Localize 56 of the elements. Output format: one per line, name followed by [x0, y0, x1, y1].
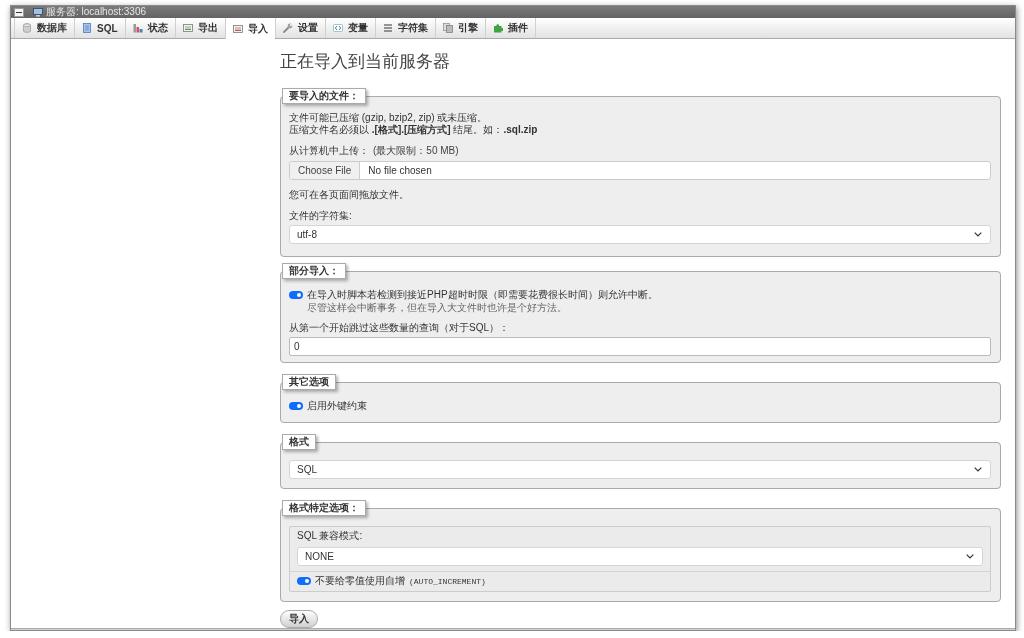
puzzle-icon [492, 23, 503, 33]
section-legend: 要导入的文件： [282, 88, 366, 104]
file-status-text: No file chosen [367, 164, 432, 178]
database-icon [22, 23, 32, 33]
choose-file-button[interactable]: Choose File [290, 162, 361, 179]
list-icon [382, 23, 393, 33]
bar-chart-icon [132, 23, 143, 33]
tab[interactable]: SQL [74, 18, 125, 38]
panel-icon [232, 23, 243, 34]
chevron-icon [974, 232, 982, 237]
charset-label: 文件的字符集: [289, 210, 353, 222]
server-title: 服务器: localhost:3306 [46, 6, 147, 18]
option-hint-text: 尽管这样会中断事务，但在导入大文件时也许是个好方法。 [307, 302, 568, 314]
tab[interactable]: 插件 [484, 18, 536, 38]
chevron-icon [966, 554, 974, 559]
charset-select[interactable]: utf-8 [289, 225, 991, 244]
page-title: 正在导入到当前服务器 [280, 52, 450, 72]
toggle-switch[interactable] [297, 577, 311, 585]
panel-icon [182, 23, 193, 33]
skip-label: 从第一个开始跳过这些数量的查询（对于SQL）： [289, 322, 510, 334]
section-legend: 其它选项 [282, 374, 336, 390]
size-limit-text: (最大限制：50 MB) [373, 145, 459, 157]
file-input[interactable]: Choose File No file chosen [289, 161, 991, 180]
tab[interactable]: 字符集 [374, 18, 435, 38]
import-button[interactable]: 导入 [280, 610, 318, 628]
minus-icon[interactable] [14, 7, 24, 17]
wrench-icon [282, 23, 293, 33]
tab[interactable]: 数据库 [14, 18, 74, 38]
format-select[interactable]: SQL [289, 460, 991, 479]
option-label: 在导入时脚本若检测到接近PHP超时时限（即需要花费很长时间）则允许中断。 [307, 289, 658, 301]
tab[interactable]: 状态 [124, 18, 175, 38]
section-legend: 格式特定选项： [282, 500, 366, 516]
chevron-icon [974, 467, 982, 472]
tab[interactable]: 导出 [174, 18, 225, 38]
upload-label: 从计算机中上传： [289, 145, 369, 157]
tab[interactable]: 导入 [224, 18, 275, 39]
skip-count-field[interactable]: 0 [289, 337, 991, 356]
document-icon [82, 23, 92, 33]
pages-icon [442, 23, 453, 33]
section-legend: 格式 [282, 434, 316, 450]
server-icon [33, 7, 43, 17]
note-text: 压缩文件名必须以 .[格式].[压缩方式] 结尾。如：.sql.zip [289, 124, 539, 136]
option-label: 不要给零值使用自增 [315, 575, 405, 587]
note-text: 文件可能已压缩 (gzip, bzip2, zip) 或未压缩。 [289, 112, 489, 124]
tab[interactable]: 引擎 [434, 18, 485, 38]
compat-label: SQL 兼容模式: [297, 530, 364, 542]
section-legend: 部分导入： [282, 263, 346, 279]
tab[interactable]: 设置 [274, 18, 325, 38]
tab[interactable]: 变量 [324, 18, 375, 38]
toggle-switch[interactable] [289, 291, 303, 299]
drag-hint-text: 您可在各页面间拖放文件。 [289, 189, 410, 201]
toggle-switch[interactable] [289, 402, 303, 410]
code-text: (AUTO_INCREMENT) [409, 576, 486, 586]
option-label: 启用外键约束 [307, 400, 367, 412]
compat-select[interactable]: NONE [297, 547, 983, 566]
code-icon [332, 23, 343, 33]
